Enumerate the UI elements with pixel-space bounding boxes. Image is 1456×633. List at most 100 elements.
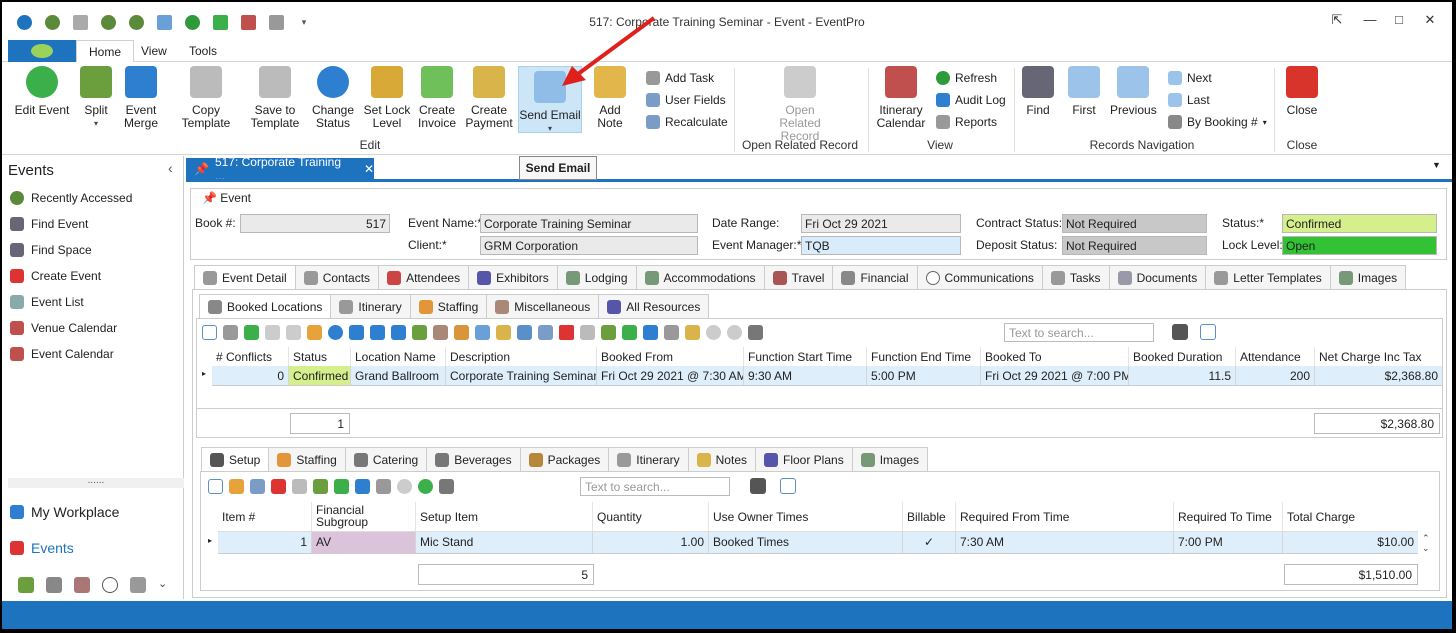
deposit-status-select[interactable]: Not Required: [1062, 236, 1207, 255]
new-record-icon[interactable]: [202, 324, 217, 340]
move-icon[interactable]: [334, 478, 349, 494]
column-header[interactable]: Required To Time: [1174, 502, 1283, 531]
column-header[interactable]: Required From Time: [956, 502, 1174, 531]
tab-event-detail[interactable]: Event Detail: [194, 265, 296, 289]
chat-icon[interactable]: [102, 577, 118, 593]
sidebar-item-event-calendar[interactable]: Event Calendar: [10, 344, 114, 364]
event-name-field[interactable]: Corporate Training Seminar: [480, 214, 698, 233]
copy-disabled-icon[interactable]: [292, 478, 307, 494]
minimize-button[interactable]: —: [1355, 12, 1385, 27]
delete-icon[interactable]: [271, 478, 286, 494]
table-row[interactable]: 0 Confirmed Grand Ballroom Corporate Tra…: [212, 366, 1442, 386]
edit-icon[interactable]: [307, 324, 322, 340]
tab-financial[interactable]: Financial: [832, 265, 918, 289]
event-merge-button[interactable]: Event Merge: [118, 66, 164, 130]
grid-icon[interactable]: [250, 478, 265, 494]
save-icon[interactable]: [265, 324, 280, 340]
column-header[interactable]: Billable: [903, 502, 956, 531]
column-header[interactable]: Location Name: [351, 347, 446, 366]
tab-travel[interactable]: Travel: [763, 265, 834, 289]
down-icon[interactable]: [727, 324, 742, 340]
date-range-field[interactable]: Fri Oct 29 2021: [801, 214, 961, 233]
copy-template-button[interactable]: Copy Template: [168, 66, 244, 130]
calculator-icon[interactable]: [223, 324, 238, 340]
move-location-icon[interactable]: [391, 324, 406, 340]
column-header[interactable]: Booked To: [981, 347, 1129, 366]
column-header[interactable]: Booked From: [597, 347, 744, 366]
recalculate-button[interactable]: Recalculate: [646, 112, 728, 132]
split-button[interactable]: Split ▾: [76, 66, 116, 130]
filter-icon[interactable]: [439, 478, 454, 494]
chevron-down-icon[interactable]: ⌄: [158, 577, 167, 593]
contacts-icon[interactable]: [18, 577, 34, 593]
nav-events[interactable]: Events: [10, 538, 74, 558]
export-icon[interactable]: [601, 324, 616, 340]
new-record-icon[interactable]: [208, 478, 223, 494]
subtab-booked-locations[interactable]: Booked Locations: [199, 294, 332, 318]
tab-setup[interactable]: Setup: [201, 447, 270, 471]
book-number-field[interactable]: 517: [240, 214, 390, 233]
tab-letter-templates[interactable]: Letter Templates: [1205, 265, 1331, 289]
column-header[interactable]: # Conflicts: [212, 347, 289, 366]
tab-contacts[interactable]: Contacts: [294, 265, 380, 289]
up-icon[interactable]: [706, 324, 721, 340]
copy-location-icon[interactable]: [370, 324, 385, 340]
print-icon[interactable]: [46, 577, 62, 593]
close-window-button[interactable]: ✕: [1415, 12, 1445, 28]
contract-status-select[interactable]: Not Required: [1062, 214, 1207, 233]
undo-icon[interactable]: [286, 324, 301, 340]
edit-icon[interactable]: [229, 478, 244, 494]
subtab-all-resources[interactable]: All Resources: [598, 294, 710, 318]
last-button[interactable]: Last: [1168, 90, 1210, 110]
change-status-button[interactable]: Change Status: [308, 66, 358, 130]
copy-disabled-icon[interactable]: [580, 324, 595, 340]
tools-icon[interactable]: [433, 324, 448, 340]
locations-search-input[interactable]: Text to search...: [1004, 323, 1154, 342]
send-email-button[interactable]: Send Email ▾: [518, 66, 582, 133]
tab-staffing[interactable]: Staffing: [268, 447, 346, 471]
tab-packages[interactable]: Packages: [519, 447, 610, 471]
note-icon[interactable]: [496, 324, 511, 340]
tab-lodging[interactable]: Lodging: [556, 265, 637, 289]
zoom-icon[interactable]: [780, 478, 796, 494]
column-header[interactable]: Financial Subgroup: [312, 502, 416, 531]
tab-images[interactable]: Images: [851, 447, 929, 471]
grid-icon[interactable]: [538, 324, 553, 340]
restore-icon[interactable]: ⇱: [1322, 12, 1352, 28]
lock-level-field[interactable]: Open: [1282, 236, 1437, 255]
user-fields-button[interactable]: User Fields: [646, 90, 726, 110]
maximize-button[interactable]: □: [1384, 12, 1414, 27]
add-note-button[interactable]: Add Note: [586, 66, 634, 130]
tab-home[interactable]: Home: [76, 40, 135, 63]
column-header[interactable]: Total Charge: [1283, 502, 1418, 531]
column-header[interactable]: Status: [289, 347, 351, 366]
nav-my-workplace[interactable]: My Workplace: [10, 502, 119, 522]
list-icon[interactable]: [376, 478, 391, 494]
column-header[interactable]: Item #: [218, 502, 312, 531]
first-button[interactable]: First: [1066, 66, 1102, 117]
resource-icon[interactable]: [412, 324, 427, 340]
document-tab[interactable]: 📌 517: Corporate Training ... ✕: [186, 155, 374, 183]
column-header[interactable]: Use Owner Times: [709, 502, 903, 531]
tab-accommodations[interactable]: Accommodations: [635, 265, 765, 289]
clipboard-icon[interactable]: [685, 324, 700, 340]
move-icon[interactable]: [622, 324, 637, 340]
tab-list-dropdown-icon[interactable]: ▼: [1432, 160, 1441, 170]
zoom-icon[interactable]: [1200, 324, 1216, 340]
edit-event-button[interactable]: Edit Event: [10, 66, 74, 117]
previous-button[interactable]: Previous: [1110, 66, 1157, 117]
find-button[interactable]: Find: [1020, 66, 1056, 117]
print-icon[interactable]: [750, 478, 766, 494]
view-icon[interactable]: [643, 324, 658, 340]
tab-tasks[interactable]: Tasks: [1041, 265, 1110, 289]
copy-icon[interactable]: [244, 324, 259, 340]
tab-images[interactable]: Images: [1329, 265, 1407, 289]
save-to-template-button[interactable]: Save to Template: [250, 66, 300, 130]
sidebar-item-find-event[interactable]: Find Event: [10, 214, 88, 234]
client-field[interactable]: GRM Corporation: [480, 236, 698, 255]
tab-attendees[interactable]: Attendees: [378, 265, 470, 289]
filter-icon[interactable]: [748, 324, 763, 340]
hierarchy-icon[interactable]: [517, 324, 532, 340]
close-tab-icon[interactable]: ✕: [364, 162, 374, 176]
tab-catering[interactable]: Catering: [344, 447, 428, 471]
